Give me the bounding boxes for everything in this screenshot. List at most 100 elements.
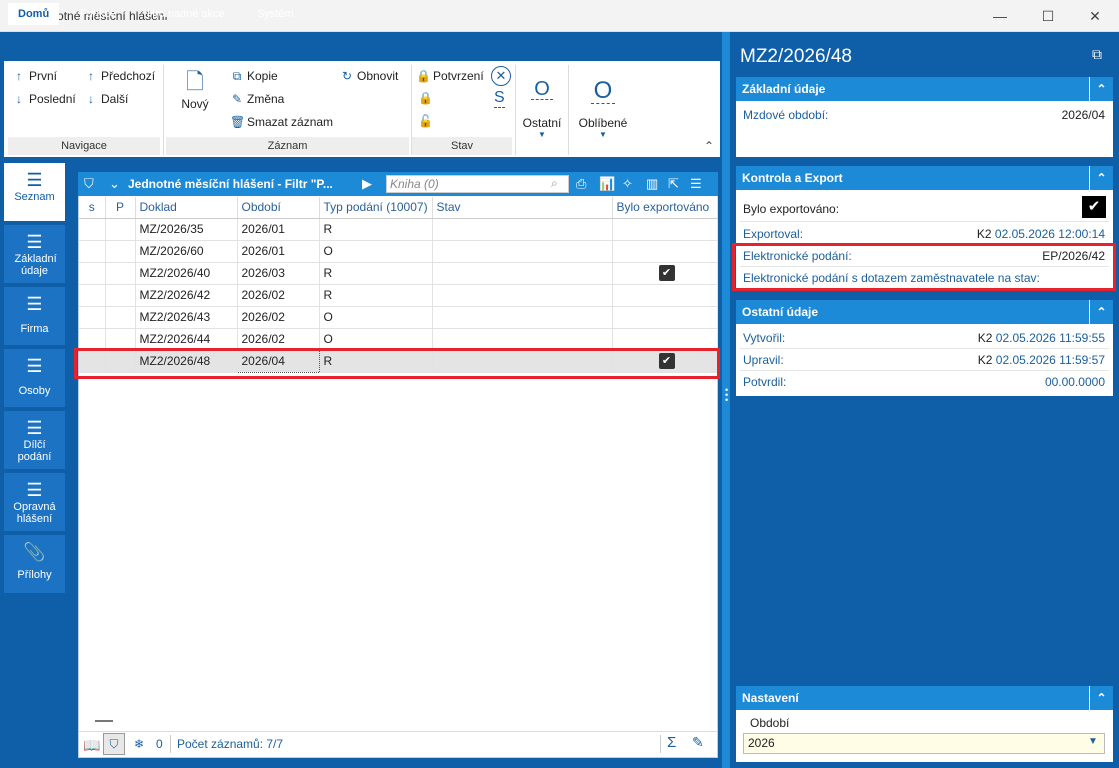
cell-s[interactable] [79, 284, 106, 307]
tab-domu[interactable]: Domů [8, 3, 60, 25]
novy-button[interactable]: 🗋 Nový [174, 67, 216, 127]
cell-typ[interactable]: R [319, 284, 433, 307]
cell-exportovano[interactable]: ✔ [612, 262, 718, 285]
cell-p[interactable] [105, 284, 136, 307]
ostatni-button[interactable]: O Ostatní ▼ [517, 79, 567, 155]
collapse-icon[interactable]: ⌃ [1089, 686, 1113, 710]
col-stav[interactable]: Stav [432, 197, 613, 219]
menu-icon[interactable]: ☰ [690, 176, 702, 192]
table-row[interactable]: MZ/2026/60 2026/01 O [79, 240, 718, 263]
scroll-grip[interactable] [95, 720, 113, 722]
binoculars-icon[interactable]: ✧ [622, 176, 633, 192]
play-icon[interactable]: ▶ [362, 176, 372, 192]
cell-s[interactable] [79, 240, 106, 263]
chevron-down-icon[interactable]: ▼ [1088, 736, 1098, 747]
cell-obdobi[interactable]: 2026/02 [237, 306, 320, 329]
table-row[interactable]: MZ2/2026/43 2026/02 O [79, 306, 718, 329]
obnovit-button[interactable]: ↻ Obnovit [340, 67, 398, 85]
tab-funkce[interactable]: Funkce [70, 3, 126, 25]
section-nastaveni-header[interactable]: Nastavení ⌃ [736, 686, 1113, 710]
col-p[interactable]: P [105, 197, 136, 219]
collapse-icon[interactable]: ⌃ [1089, 300, 1113, 324]
export-icon[interactable]: ⇱ [668, 176, 679, 192]
dalsi-button[interactable]: ↓ Další [84, 90, 128, 108]
chevron-down-icon[interactable]: ⌄ [109, 176, 120, 192]
edit-icon[interactable]: ✎ [692, 734, 704, 751]
cell-doklad[interactable]: MZ2/2026/42 [135, 284, 238, 307]
maximize-button[interactable]: ☐ [1038, 6, 1058, 26]
oblibene-button[interactable]: O Oblíbené ▼ [571, 79, 635, 155]
cell-s[interactable] [79, 328, 106, 351]
section-ostatni-udaje-header[interactable]: Ostatní údaje ⌃ [736, 300, 1113, 324]
cancel-circle-icon[interactable]: ✕ [491, 66, 511, 86]
nav-prilohy[interactable]: 📎 Přílohy [4, 535, 65, 595]
col-typ-podani[interactable]: Typ podání (10007) [319, 197, 433, 219]
storno-s-button[interactable]: S [494, 89, 505, 108]
table-row[interactable]: MZ2/2026/42 2026/02 R [79, 284, 718, 307]
cell-doklad[interactable]: MZ2/2026/44 [135, 328, 238, 351]
snowflake-icon[interactable]: ❄ [134, 737, 144, 751]
close-button[interactable]: ✕ [1085, 6, 1105, 26]
cell-exportovano[interactable] [612, 306, 718, 329]
cell-obdobi[interactable]: 2026/02 [237, 284, 320, 307]
print-icon[interactable]: ⎙ [576, 176, 586, 192]
cell-obdobi[interactable]: 2026/03 [237, 262, 320, 285]
predchozi-button[interactable]: ↑ Předchozí [84, 67, 155, 85]
table-row[interactable]: MZ/2026/35 2026/01 R [79, 218, 718, 241]
col-doklad[interactable]: Doklad [135, 197, 238, 219]
cell-exportovano[interactable] [612, 240, 718, 263]
cell-s[interactable] [79, 218, 106, 241]
section-zakladni-udaje-header[interactable]: Základní údaje ⌃ [736, 77, 1113, 101]
cell-stav[interactable] [432, 240, 613, 263]
zmena-button[interactable]: ✎ Změna [230, 90, 284, 108]
book-icon[interactable]: 📖 [83, 737, 100, 754]
cell-p[interactable] [105, 240, 136, 263]
collapse-ribbon-icon[interactable]: ⌃ [704, 139, 714, 153]
nav-osoby[interactable]: ☰ Osoby [4, 349, 65, 409]
cell-exportovano[interactable] [612, 218, 718, 241]
nav-firma[interactable]: ☰ Firma [4, 287, 65, 347]
cell-typ[interactable]: R [319, 218, 433, 241]
cell-p[interactable] [105, 328, 136, 351]
cell-stav[interactable] [432, 218, 613, 241]
col-s[interactable]: s [79, 197, 106, 219]
bylo-exportovano-checkbox[interactable]: ✔ [1082, 196, 1106, 218]
nav-seznam[interactable]: ☰ Seznam [4, 163, 65, 223]
search-icon[interactable]: ⌕ [551, 176, 558, 191]
filter-icon[interactable]: ⛉ [84, 176, 94, 192]
cell-typ[interactable]: O [319, 240, 433, 263]
cell-obdobi[interactable]: 2026/01 [237, 240, 320, 263]
filter-toggle-icon[interactable]: ⛉ [103, 733, 125, 755]
posledni-button[interactable]: ↓ Poslední [12, 90, 76, 108]
cell-exportovano[interactable] [612, 284, 718, 307]
nav-dilci-podani[interactable]: ☰ Dílčí podání [4, 411, 65, 471]
cell-s[interactable] [79, 306, 106, 329]
cell-doklad[interactable]: MZ/2026/60 [135, 240, 238, 263]
columns-icon[interactable]: ▥ [646, 176, 658, 192]
cell-s[interactable] [79, 262, 106, 285]
cell-stav[interactable] [432, 284, 613, 307]
chart-icon[interactable]: 📊 [599, 176, 615, 192]
tab-system[interactable]: Systém [247, 3, 304, 25]
col-obdobi[interactable]: Období [237, 197, 320, 219]
nav-zakladni-udaje[interactable]: ☰ Základní údaje [4, 225, 65, 285]
cell-p[interactable] [105, 306, 136, 329]
cell-doklad[interactable]: MZ2/2026/40 [135, 262, 238, 285]
col-bylo-exportovano[interactable]: Bylo exportováno [612, 197, 718, 219]
popout-icon[interactable]: ⧉ [1092, 46, 1102, 63]
cell-typ[interactable]: O [319, 328, 433, 351]
table-row[interactable]: MZ2/2026/40 2026/03 R ✔ [79, 262, 718, 285]
tab-hromadne-akce[interactable]: Hromadné akce [137, 3, 235, 25]
section-kontrola-export-header[interactable]: Kontrola a Export ⌃ [736, 166, 1113, 190]
cell-stav[interactable] [432, 306, 613, 329]
cell-stav[interactable] [432, 262, 613, 285]
cell-typ[interactable]: O [319, 306, 433, 329]
cell-doklad[interactable]: MZ/2026/35 [135, 218, 238, 241]
cell-obdobi[interactable]: 2026/02 [237, 328, 320, 351]
table-row[interactable]: MZ2/2026/44 2026/02 O [79, 328, 718, 351]
cell-p[interactable] [105, 218, 136, 241]
sigma-icon[interactable]: Σ [667, 734, 676, 751]
collapse-icon[interactable]: ⌃ [1089, 166, 1113, 190]
search-input[interactable]: Kniha (0) [386, 175, 569, 193]
cell-p[interactable] [105, 262, 136, 285]
